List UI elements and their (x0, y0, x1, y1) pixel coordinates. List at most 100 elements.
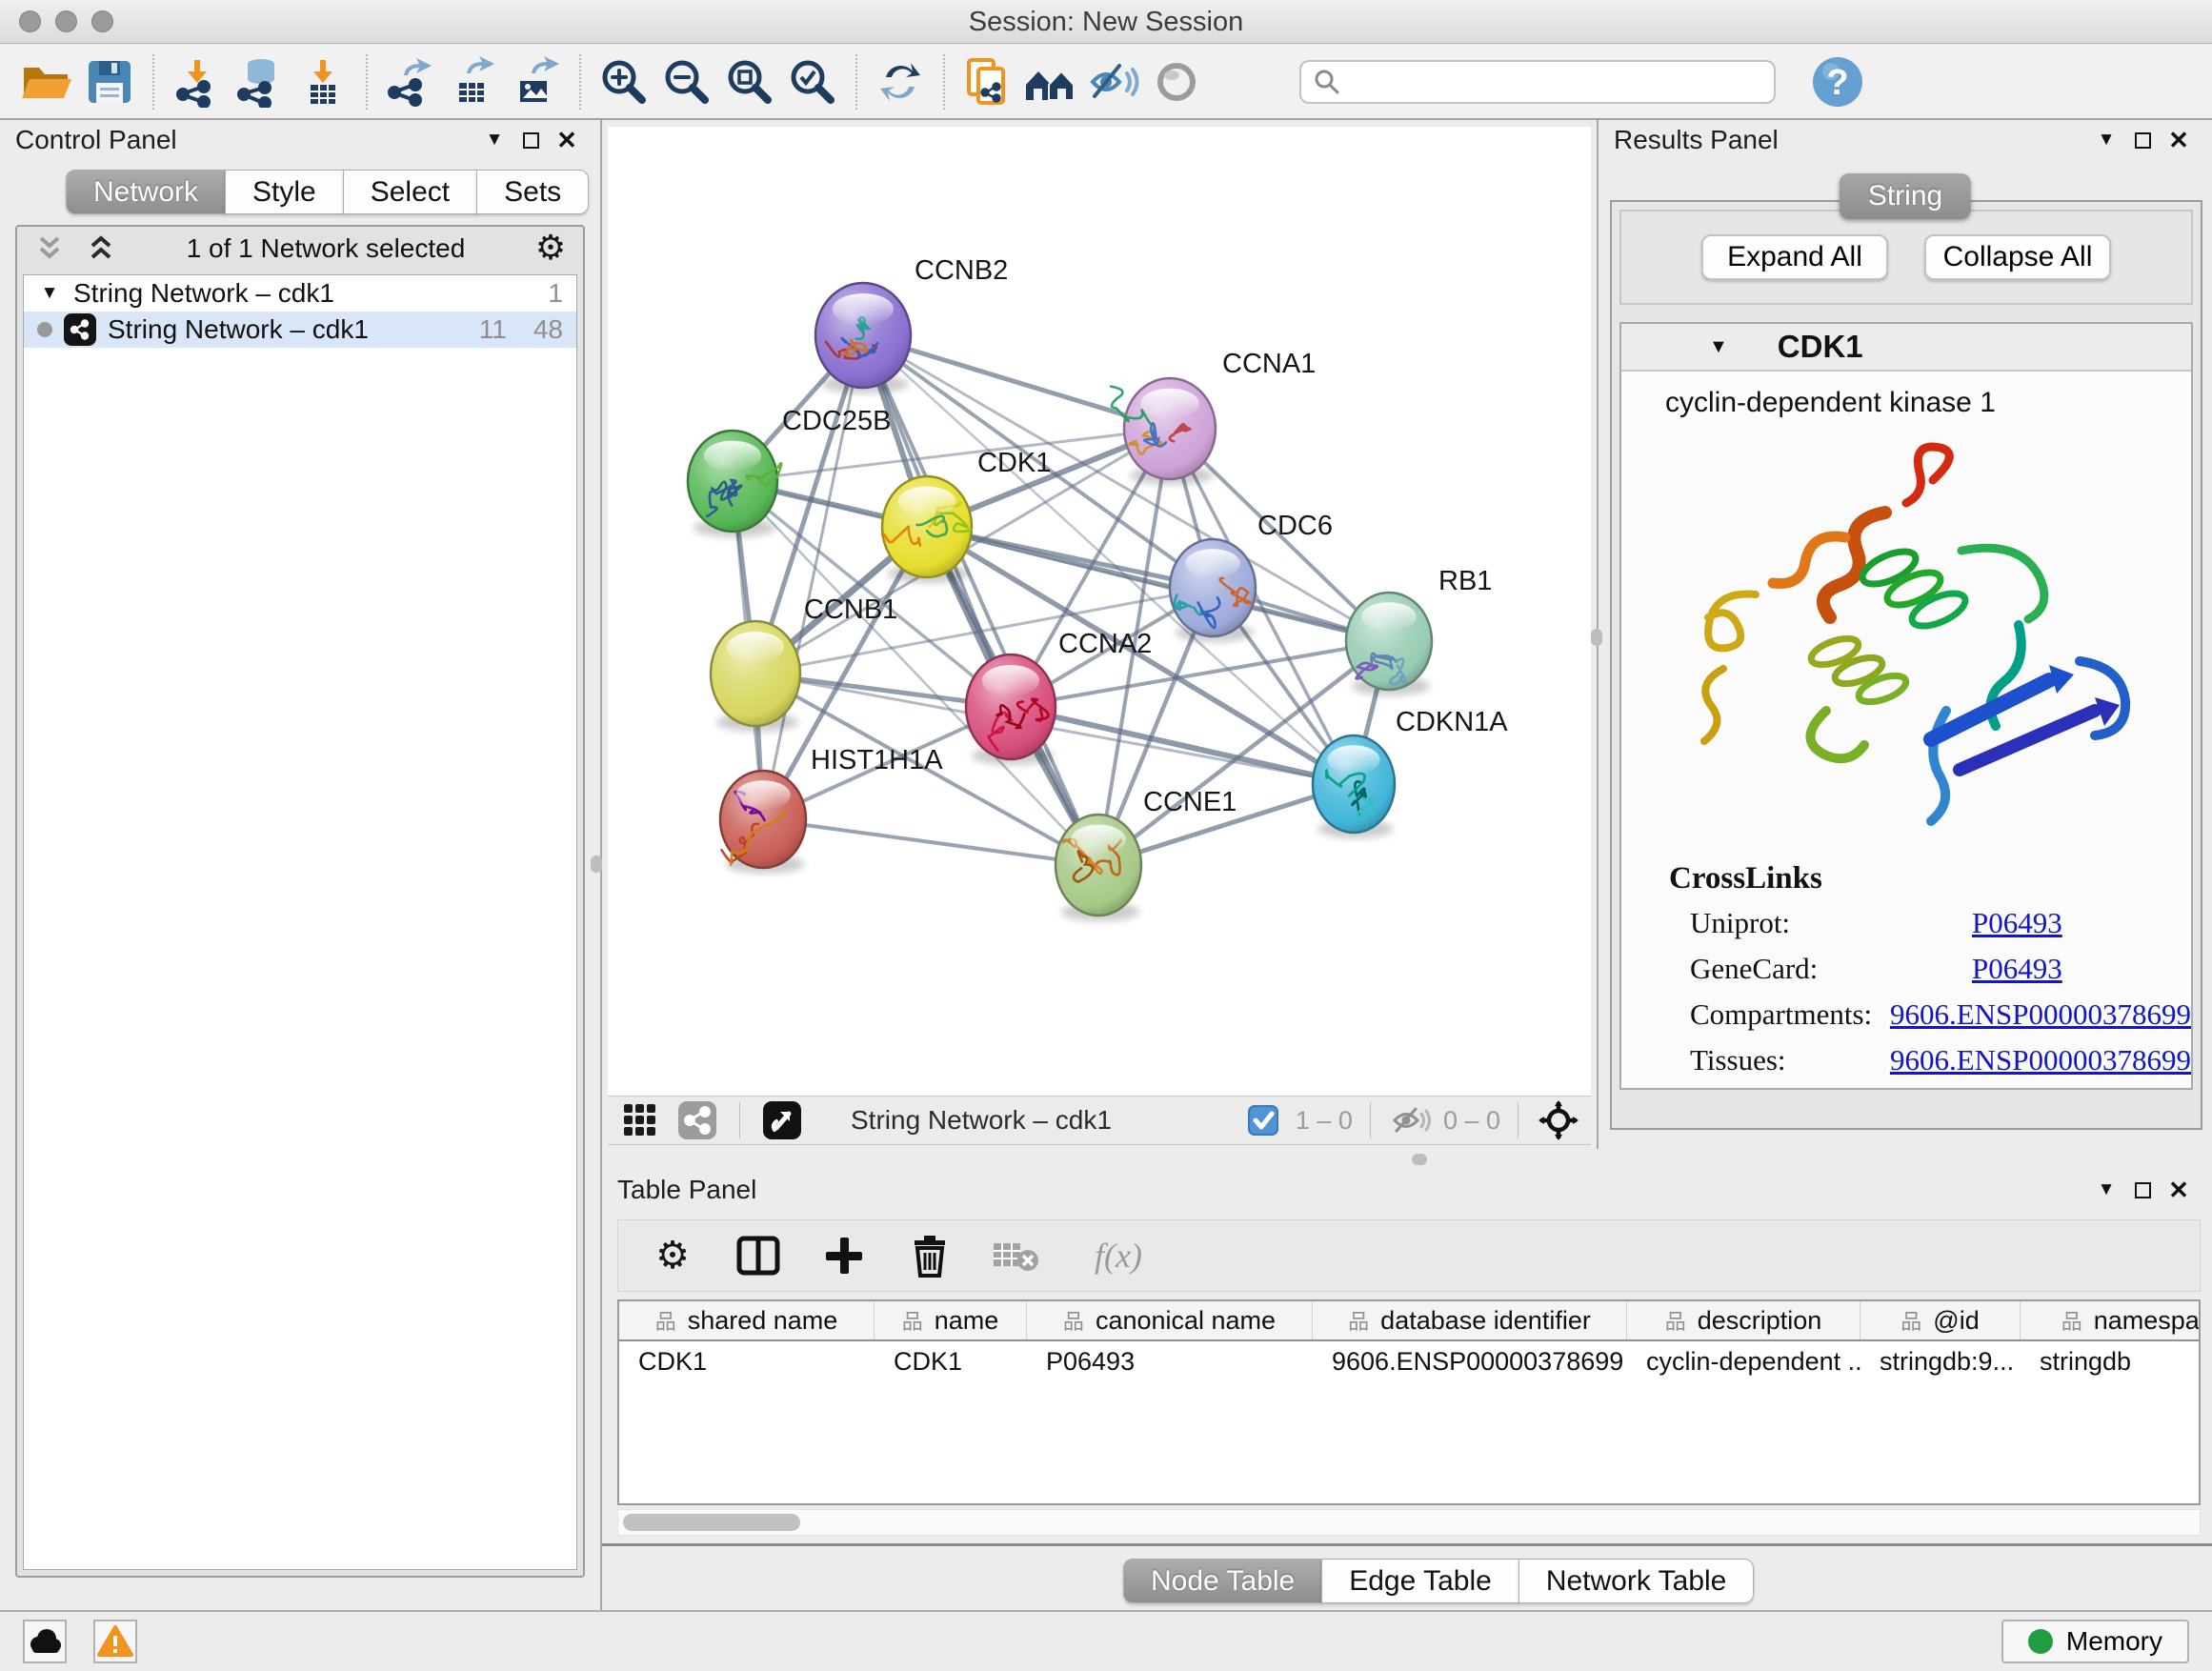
section-expander-icon[interactable]: ▼ (1709, 336, 1728, 358)
string-view-button[interactable] (674, 1099, 720, 1141)
string-home-button[interactable] (1019, 50, 1082, 113)
help-button[interactable]: ? (1810, 53, 1867, 111)
zoom-out-button[interactable] (655, 50, 718, 113)
edge-HIST1H1A-CCNE1[interactable] (763, 819, 1098, 865)
table-column-database-identifier[interactable]: 品database identifier (1313, 1301, 1627, 1339)
table-horizontal-scrollbar[interactable] (617, 1509, 2201, 1536)
network-options-button[interactable]: ⚙ (532, 230, 570, 268)
birds-eye-view-button[interactable] (1536, 1099, 1581, 1141)
delete-table-button[interactable] (990, 1230, 1041, 1281)
results-panel-collapse-button[interactable]: ▼ (2088, 124, 2124, 156)
crosslink-link[interactable]: P06493 (1972, 1089, 2062, 1090)
table-options-button[interactable]: ⚙ (647, 1230, 698, 1281)
table-column-shared-name[interactable]: 品shared name (619, 1301, 875, 1339)
control-panel-collapse-button[interactable]: ▼ (476, 124, 513, 156)
function-builder-button[interactable]: f(x) (1076, 1230, 1161, 1281)
show-columns-button[interactable] (733, 1230, 784, 1281)
tab-network[interactable]: Network (66, 170, 226, 214)
zoom-selected-button[interactable] (781, 50, 844, 113)
control-panel-float-button[interactable] (513, 124, 549, 156)
warnings-button[interactable] (93, 1620, 137, 1663)
crosslink-link[interactable]: 9606.ENSP00000378699 (1890, 997, 2191, 1032)
tab-style[interactable]: Style (225, 170, 344, 214)
delete-column-button[interactable] (904, 1230, 955, 1281)
results-panel-float-button[interactable] (2124, 124, 2161, 156)
control-panel-close-button[interactable]: ✕ (549, 124, 585, 156)
zoom-window-button[interactable] (91, 10, 113, 32)
minimize-window-button[interactable] (55, 10, 77, 32)
create-column-button[interactable] (818, 1230, 870, 1281)
table-column-namespace[interactable]: 品namespace (2021, 1301, 2201, 1339)
right-splitter-handle[interactable] (1591, 629, 1602, 646)
node-CCNB1[interactable] (711, 621, 800, 732)
node-CDC25B[interactable] (688, 431, 781, 537)
import-table-button[interactable] (292, 50, 354, 113)
horizontal-splitter[interactable] (602, 1149, 2212, 1170)
tree-expander-icon[interactable]: ▼ (37, 283, 62, 304)
crosslink-link[interactable]: P06493 (1972, 906, 2062, 940)
collapse-all-button[interactable]: Collapse All (1924, 234, 2111, 280)
memory-button[interactable]: Memory (2001, 1620, 2189, 1663)
table-column--id[interactable]: 品@id (1860, 1301, 2021, 1339)
collapse-all-networks-button[interactable] (30, 230, 69, 268)
node-CDK1[interactable] (882, 476, 972, 583)
table-column-description[interactable]: 品description (1627, 1301, 1860, 1339)
table-panel-float-button[interactable] (2124, 1174, 2161, 1206)
zoom-in-button[interactable] (593, 50, 655, 113)
tab-select[interactable]: Select (343, 170, 477, 214)
search-input[interactable] (1349, 67, 1762, 96)
left-splitter-handle[interactable] (591, 856, 602, 873)
expand-all-networks-button[interactable] (82, 230, 120, 268)
hide-glass-eye-button[interactable] (1082, 50, 1145, 113)
zoom-fit-button[interactable] (718, 50, 781, 113)
export-image-button[interactable] (505, 50, 568, 113)
node-CCNA1[interactable] (1111, 378, 1216, 485)
export-table-button[interactable] (442, 50, 505, 113)
open-session-button[interactable] (15, 50, 78, 113)
close-window-button[interactable] (19, 10, 41, 32)
tab-string[interactable]: String (1840, 173, 1971, 219)
node-CCNE1[interactable] (1056, 815, 1141, 921)
table-panel-divider (602, 1543, 2212, 1546)
tab-edge-table[interactable]: Edge Table (1321, 1559, 1519, 1603)
tab-network-table[interactable]: Network Table (1518, 1559, 1755, 1603)
table-column-name[interactable]: 品name (875, 1301, 1027, 1339)
node-CCNB2[interactable] (815, 283, 911, 393)
gene-section-header[interactable]: ▼ CDK1 (1621, 324, 2191, 372)
show-glass-eye-button[interactable] (1145, 50, 1208, 113)
network-row[interactable]: String Network – cdk1 11 48 (24, 312, 576, 348)
open-in-string-button[interactable] (956, 50, 1019, 113)
edge-CDK1-RB1[interactable] (927, 527, 1389, 641)
node-RB1[interactable] (1346, 593, 1432, 695)
splitter-handle[interactable] (1412, 1154, 1427, 1165)
refresh-button[interactable] (869, 50, 932, 113)
crosslink-link[interactable]: P06493 (1972, 952, 2062, 986)
hidden-elements-button[interactable] (1388, 1099, 1434, 1141)
tab-node-table[interactable]: Node Table (1123, 1559, 1322, 1603)
node-CDKN1A[interactable] (1313, 735, 1395, 838)
import-network-button[interactable] (166, 50, 229, 113)
table-row[interactable]: CDK1CDK1P064939606.ENSP00000378699cyclin… (619, 1341, 2199, 1381)
tab-sets[interactable]: Sets (476, 170, 589, 214)
table-panel-collapse-button[interactable]: ▼ (2088, 1174, 2124, 1206)
edge-CCNB2-CCNE1[interactable] (863, 335, 1098, 865)
zoom-fit-icon (724, 56, 775, 108)
scrollbar-thumb[interactable] (623, 1514, 800, 1531)
table-panel-close-button[interactable]: ✕ (2161, 1174, 2197, 1206)
node-HIST1H1A[interactable] (720, 771, 806, 874)
edge-CCNA2-CDKN1A[interactable] (1011, 707, 1354, 784)
view-grid-button[interactable] (617, 1099, 663, 1141)
selected-nodes-checkbox[interactable] (1240, 1099, 1286, 1141)
cloud-status-button[interactable] (23, 1620, 67, 1663)
open-network-in-window-button[interactable] (759, 1099, 805, 1141)
control-panel: Control Panel ▼ ✕ NetworkStyleSelectSets… (0, 120, 602, 1610)
crosslink-link[interactable]: 9606.ENSP00000378699 (1890, 1043, 2191, 1077)
results-panel-close-button[interactable]: ✕ (2161, 124, 2197, 156)
expand-all-button[interactable]: Expand All (1701, 234, 1888, 280)
table-column-canonical-name[interactable]: 品canonical name (1027, 1301, 1313, 1339)
save-session-button[interactable] (78, 50, 141, 113)
network-canvas[interactable]: CCNB2CCNA1CDC25BCDK1CDC6RB1CCNB1CCNA2CDK… (608, 127, 1591, 1096)
export-network-button[interactable] (379, 50, 442, 113)
import-network-from-database-button[interactable] (229, 50, 292, 113)
network-collection-row[interactable]: ▼ String Network – cdk1 1 (24, 275, 576, 312)
